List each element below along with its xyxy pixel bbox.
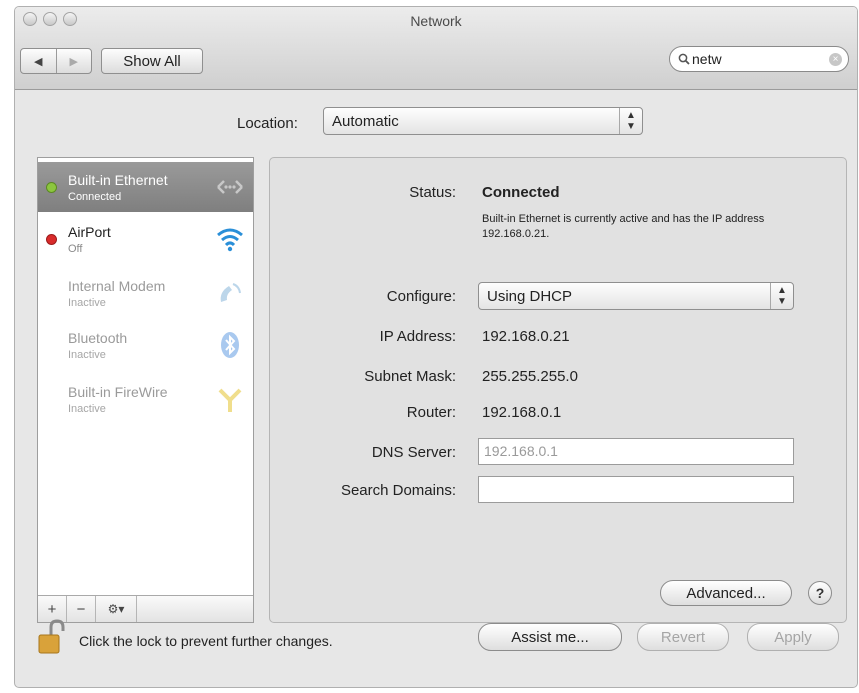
window-title: Network [410, 13, 462, 29]
service-status: Inactive [68, 349, 106, 361]
subnet-mask-value: 255.255.255.0 [482, 368, 578, 385]
popup-arrows-icon: ▲ ▼ [619, 108, 642, 134]
service-status: Inactive [68, 403, 106, 415]
service-item-bluetooth[interactable]: Bluetooth Inactive [38, 320, 253, 370]
service-name: AirPort [68, 224, 111, 240]
forward-icon[interactable]: ▶ [55, 49, 92, 73]
show-all-button[interactable]: Show All [101, 48, 203, 74]
configure-value: Using DHCP [487, 287, 573, 305]
help-button[interactable]: ? [808, 581, 832, 605]
router-label: Router: [406, 404, 456, 421]
phone-icon [220, 283, 241, 302]
status-value: Connected [482, 184, 560, 201]
status-indicator-red [46, 234, 57, 245]
configure-popup[interactable]: Using DHCP ▲ ▼ [478, 282, 794, 310]
service-name: Built-in FireWire [68, 384, 168, 400]
location-label: Location: [237, 115, 298, 132]
toolbar: Network ◀ ▶ Show All netw × [15, 7, 857, 90]
service-name: Internal Modem [68, 278, 166, 294]
apply-button[interactable]: Apply [747, 623, 839, 651]
service-item-built-in-firewire[interactable]: Built-in FireWire Inactive [38, 374, 253, 424]
status-label: Status: [409, 184, 456, 201]
service-item-airport[interactable]: AirPort Off [38, 214, 253, 264]
search-icon [678, 53, 690, 65]
search-domains-label: Search Domains: [340, 482, 456, 499]
gear-icon[interactable]: ⚙▾ [96, 596, 137, 622]
location-popup[interactable]: Automatic ▲ ▼ [323, 107, 643, 135]
service-name: Bluetooth [68, 330, 128, 346]
assist-me-button[interactable]: Assist me... [478, 623, 622, 651]
service-item-internal-modem[interactable]: Internal Modem Inactive [38, 268, 253, 318]
dns-server-field[interactable]: 192.168.0.1 [478, 438, 794, 465]
dns-server-label: DNS Server: [371, 444, 456, 461]
status-description: Built-in Ethernet is currently active an… [482, 213, 765, 240]
remove-service-button[interactable]: − [67, 596, 96, 622]
firewire-icon [218, 388, 242, 412]
lock-message: Click the lock to prevent further change… [79, 633, 333, 649]
revert-button[interactable]: Revert [637, 623, 729, 651]
ip-address-value: 192.168.0.21 [482, 328, 570, 345]
advanced-button[interactable]: Advanced... [660, 580, 792, 606]
status-indicator-green [46, 182, 57, 193]
lock-icon[interactable] [37, 619, 67, 655]
clear-search-icon[interactable]: × [829, 53, 842, 66]
ip-address-label: IP Address: [379, 328, 456, 345]
service-list-footer: + − ⚙▾ [38, 595, 253, 622]
service-status: Off [68, 243, 83, 255]
configure-label: Configure: [386, 288, 456, 305]
service-status: Inactive [68, 297, 106, 309]
bluetooth-icon [221, 332, 239, 358]
service-status: Connected [68, 191, 122, 203]
search-value: netw [692, 51, 722, 67]
network-preferences-window: Network ◀ ▶ Show All netw × Location: Au… [14, 6, 858, 688]
location-value: Automatic [332, 112, 399, 130]
history-nav: ◀ ▶ [20, 48, 92, 74]
service-detail-panel: Status: Connected Built-in Ethernet is c… [269, 157, 847, 623]
popup-arrows-icon: ▲ ▼ [770, 283, 793, 309]
search-input[interactable]: netw × [669, 46, 849, 72]
ethernet-icon [217, 180, 243, 194]
subnet-mask-label: Subnet Mask: [364, 368, 456, 385]
search-domains-field[interactable] [478, 476, 794, 503]
service-name: Built-in Ethernet [68, 172, 168, 188]
back-icon[interactable]: ◀ [21, 49, 56, 73]
service-list: Built-in Ethernet Connected AirPort Off … [37, 157, 254, 623]
router-value: 192.168.0.1 [482, 404, 562, 421]
service-item-built-in-ethernet[interactable]: Built-in Ethernet Connected [38, 162, 253, 212]
wifi-icon [217, 228, 243, 252]
